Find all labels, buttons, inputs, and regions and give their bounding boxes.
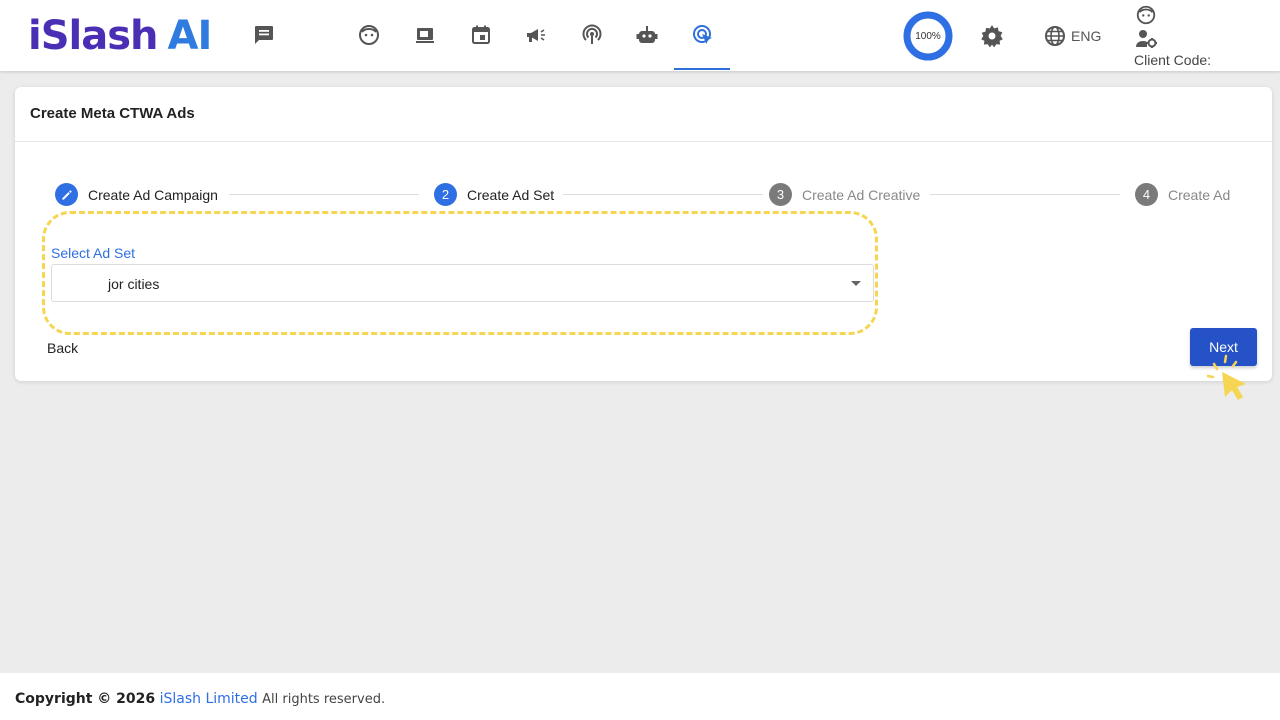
globe-icon <box>1045 26 1065 46</box>
user-settings-icon[interactable] <box>1135 28 1159 50</box>
create-ads-card: Create Meta CTWA Ads Create Ad Campaign … <box>15 87 1272 381</box>
step-label: Create Ad Set <box>467 186 555 203</box>
click-target-icon[interactable] <box>690 22 716 48</box>
click-cursor-icon <box>1206 354 1246 400</box>
copyright-text: Copyright © 2026 iSlash Limited All righ… <box>15 691 385 707</box>
calendar-icon[interactable] <box>468 22 494 48</box>
step-create-ad-creative[interactable]: 3 Create Ad Creative <box>769 183 920 206</box>
step-label: Create Ad Campaign <box>88 186 218 203</box>
copyright-label: Copyright © 2026 <box>15 691 156 707</box>
step-number: 3 <box>769 183 792 206</box>
step-create-ad-campaign[interactable]: Create Ad Campaign <box>55 183 218 206</box>
face-icon[interactable] <box>356 22 382 48</box>
user-face-icon[interactable] <box>1135 4 1157 26</box>
pencil-icon <box>55 183 78 206</box>
step-number: 2 <box>434 183 457 206</box>
company-link[interactable]: iSlash Limited <box>160 691 258 707</box>
back-button[interactable]: Back <box>47 340 78 356</box>
dropdown-caret-icon <box>851 281 861 286</box>
broadcast-icon[interactable] <box>579 22 605 48</box>
step-connector <box>930 194 1120 195</box>
page-title: Create Meta CTWA Ads <box>30 105 195 122</box>
top-navigation-bar: iSlash AI 100% ENG Client Code: <box>0 0 1280 71</box>
gear-icon[interactable] <box>979 23 1005 49</box>
step-create-ad-set[interactable]: 2 Create Ad Set <box>434 183 554 206</box>
language-label: ENG <box>1071 28 1102 44</box>
ad-set-select[interactable]: jor cities <box>51 264 874 302</box>
logo-text-islash: iSlash <box>28 13 159 59</box>
islash-logo[interactable]: iSlash AI <box>28 10 213 62</box>
step-connector <box>563 194 763 195</box>
language-selector[interactable]: ENG <box>1043 24 1101 48</box>
step-connector <box>229 194 419 195</box>
megaphone-icon[interactable] <box>523 22 549 48</box>
select-ad-set-label: Select Ad Set <box>51 245 136 261</box>
step-label: Create Ad Creative <box>802 186 921 203</box>
rights-text: All rights reserved. <box>262 692 386 707</box>
footer: Copyright © 2026 iSlash Limited All righ… <box>0 673 1280 720</box>
active-nav-indicator <box>674 68 730 70</box>
card-divider <box>15 141 1272 142</box>
logo-text-ai: AI <box>167 13 213 59</box>
media-icon[interactable] <box>412 22 438 48</box>
ad-set-select-value: jor cities <box>108 276 160 292</box>
progress-value: 100% <box>915 30 941 42</box>
step-label: Create Ad <box>1168 186 1231 203</box>
step-create-ad[interactable]: 4 Create Ad <box>1135 183 1230 206</box>
chat-icon[interactable] <box>251 22 277 48</box>
robot-icon[interactable] <box>634 22 660 48</box>
step-number: 4 <box>1135 183 1158 206</box>
client-code-label: Client Code: <box>1134 52 1212 68</box>
